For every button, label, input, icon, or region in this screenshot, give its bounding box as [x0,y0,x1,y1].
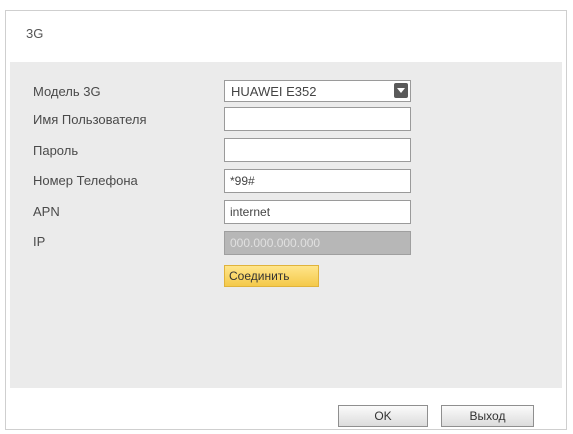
ip-label: IP [33,234,46,249]
apn-label: APN [33,204,60,219]
phone-input[interactable] [224,169,411,193]
username-label: Имя Пользователя [33,112,147,127]
ip-field [224,231,411,255]
model-label: Модель 3G [33,84,101,99]
dialog-title: 3G [26,26,44,41]
ok-button[interactable]: OK [338,405,428,427]
connect-button[interactable]: Соединить [224,265,319,287]
username-input[interactable] [224,107,411,131]
chevron-down-icon[interactable] [394,83,408,98]
apn-input[interactable] [224,200,411,224]
model-select-value: HUAWEI E352 [231,84,317,99]
model-select[interactable]: HUAWEI E352 [224,80,411,102]
phone-label: Номер Телефона [33,173,138,188]
3g-dialog: 3G Модель 3G HUAWEI E352 Имя Пользовател… [0,0,573,434]
exit-button[interactable]: Выход [441,405,534,427]
password-label: Пароль [33,143,79,158]
password-input[interactable] [224,138,411,162]
